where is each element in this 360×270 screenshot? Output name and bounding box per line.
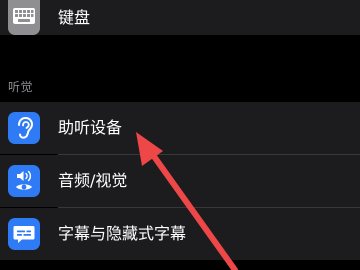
- settings-row-label: 键盘: [58, 8, 91, 27]
- settings-row-hearing-devices[interactable]: 助听设备: [0, 102, 360, 154]
- settings-row-keyboard[interactable]: 键盘: [0, 0, 360, 35]
- settings-row-subtitles[interactable]: 字幕与隐藏式字幕: [0, 208, 360, 260]
- settings-row-label: 字幕与隐藏式字幕: [58, 224, 187, 243]
- settings-screen: 键盘 听觉 助听设备 音频/视觉 字幕与隐藏式字幕: [0, 0, 360, 270]
- section-header-hearing: 听觉: [8, 80, 34, 94]
- settings-row-audio-visual[interactable]: 音频/视觉: [0, 155, 360, 207]
- speaker-eye-icon: [8, 165, 40, 197]
- settings-row-label: 助听设备: [58, 118, 123, 137]
- subtitles-icon: [8, 218, 40, 250]
- settings-row-label: 音频/视觉: [58, 171, 128, 190]
- ear-icon: [8, 112, 40, 144]
- keyboard-icon: [8, 0, 40, 35]
